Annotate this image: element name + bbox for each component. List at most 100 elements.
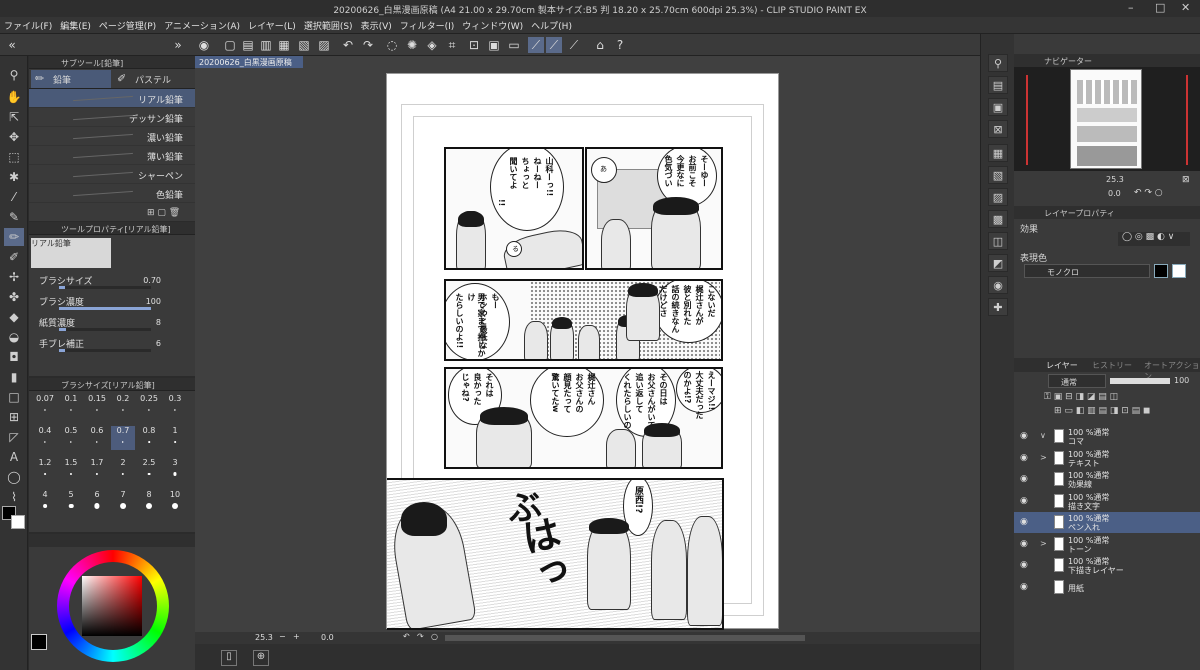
camera-icon[interactable]: ◉	[988, 276, 1008, 294]
prop-stabilization[interactable]: 手ブレ補正 6	[29, 333, 195, 354]
folder-toggle[interactable]: >	[1040, 539, 1047, 548]
brush-size-option[interactable]: 3	[163, 458, 187, 482]
layer-row[interactable]: ◉ ∨ 100 %通常 コマ	[1014, 426, 1200, 447]
undo-icon[interactable]: ↶	[340, 37, 356, 53]
brush-size-option[interactable]: 0.6	[85, 426, 109, 450]
snap-special-icon[interactable]: ⟋	[546, 37, 562, 53]
rotate-reset-icon[interactable]: ○	[431, 632, 438, 641]
visibility-eye-icon[interactable]: ◉	[1020, 582, 1028, 592]
minimize-icon[interactable]: –	[1128, 1, 1134, 14]
balloon-icon[interactable]: ◯	[4, 468, 24, 486]
navigator-view[interactable]	[1014, 67, 1200, 171]
search-icon[interactable]: ⚲	[988, 54, 1008, 72]
snap-grid-icon[interactable]: ⟋	[566, 37, 582, 53]
fill-icon[interactable]: ◈	[424, 37, 440, 53]
menu-layer[interactable]: レイヤー(L)	[244, 17, 300, 32]
prop-slider[interactable]	[59, 328, 151, 331]
eyedropper-icon[interactable]: ⁄	[4, 188, 24, 206]
correct-line-icon[interactable]: ⌇	[4, 488, 24, 506]
clear-icon[interactable]: ✺	[404, 37, 420, 53]
brush-size-option[interactable]: 10	[163, 490, 187, 514]
visibility-eye-icon[interactable]: ◉	[1020, 560, 1028, 570]
selection-icon[interactable]: ⬚	[4, 148, 24, 166]
menu-view[interactable]: 表示(V)	[357, 17, 396, 32]
magic-wand-icon[interactable]: ✱	[4, 168, 24, 186]
brush-size-option[interactable]: 8	[137, 490, 161, 514]
rotate-right-icon[interactable]: ↷	[417, 632, 424, 641]
ruler-tool-icon[interactable]: ◸	[4, 428, 24, 446]
zoom-icon[interactable]: ⚲	[4, 66, 24, 84]
tab-history[interactable]: ヒストリー	[1092, 360, 1132, 371]
prop-paper-density[interactable]: 紙質濃度 8	[29, 312, 195, 333]
menu-animation[interactable]: アニメーション(A)	[160, 17, 244, 32]
saturation-square[interactable]	[82, 576, 142, 636]
brush-size-option[interactable]: 0.07	[33, 394, 57, 418]
expression-select[interactable]: モノクロ	[1024, 264, 1150, 278]
layer-row[interactable]: ◉ 100 %通常 ペン入れ	[1014, 512, 1200, 533]
visibility-eye-icon[interactable]: ◉	[1020, 453, 1028, 463]
print-icon[interactable]: ▧	[296, 37, 312, 53]
brush-size-option[interactable]: 0.8	[137, 426, 161, 450]
gradient-icon[interactable]: ▮	[4, 368, 24, 386]
subtool-item[interactable]: 色鉛筆	[29, 184, 195, 203]
effect-buttons[interactable]: ◯ ◎ ▩ ◐ ∨	[1118, 232, 1190, 246]
layer-row[interactable]: ◉ >100 %通常 トーン	[1014, 534, 1200, 555]
menu-edit[interactable]: 編集(E)	[56, 17, 95, 32]
material-frame-icon[interactable]: ▧	[988, 166, 1008, 184]
figure-icon[interactable]: □	[4, 388, 24, 406]
figure-pose-icon[interactable]: ✚	[988, 298, 1008, 316]
layer-row[interactable]: ◉ 100 %通常 効果線	[1014, 469, 1200, 490]
visibility-eye-icon[interactable]: ◉	[1020, 517, 1028, 527]
subtool-item[interactable]: 薄い鉛筆	[29, 146, 195, 165]
material-icon[interactable]: ▤	[988, 76, 1008, 94]
expand-icon[interactable]: »	[170, 37, 186, 53]
clip-studio-icon[interactable]: ◉	[196, 37, 212, 53]
horizontal-scrollbar[interactable]	[445, 635, 805, 641]
brush-size-option[interactable]: 0.5	[59, 426, 83, 450]
visibility-eye-icon[interactable]: ◉	[1020, 474, 1028, 484]
brush-size-option[interactable]: 1.7	[85, 458, 109, 482]
navigator-zoom[interactable]: 25.3	[1106, 175, 1124, 184]
operation-icon[interactable]: ⇱	[4, 108, 24, 126]
decoration-icon[interactable]: ✤	[4, 288, 24, 306]
zoom-value[interactable]: 25.3	[255, 633, 273, 642]
import-icon[interactable]: ▨	[316, 37, 332, 53]
open-icon[interactable]: ▤	[240, 37, 256, 53]
hand-icon[interactable]: ✋	[4, 88, 24, 106]
snap-ruler-icon[interactable]: ⟋	[528, 37, 544, 53]
brush-size-option[interactable]: 2	[111, 458, 135, 482]
brush-size-option[interactable]: 6	[85, 490, 109, 514]
prop-slider[interactable]	[59, 286, 151, 289]
save-icon[interactable]: ▥	[258, 37, 274, 53]
document-tab[interactable]: 20200626_白黒漫画原稿	[195, 56, 303, 68]
subtool-item[interactable]: デッサン鉛筆	[29, 108, 195, 127]
navigator-toggle-icon[interactable]: ⊕	[253, 650, 269, 666]
material-3d-icon[interactable]: ▨	[988, 188, 1008, 206]
brush-size-option[interactable]: 2.5	[137, 458, 161, 482]
transform-icon[interactable]: ⊡	[466, 37, 482, 53]
navigator-fit-icon[interactable]: ⊠	[1182, 175, 1190, 185]
pen-icon[interactable]: ✎	[4, 208, 24, 226]
layer-lock-icons[interactable]: ⚿ ▣ ⊟ ◨ ◪ ▤ ◫	[1044, 392, 1118, 402]
deselect-icon[interactable]: ◌	[384, 37, 400, 53]
new-icon[interactable]: ▢	[222, 37, 238, 53]
brush-size-option[interactable]: 0.15	[85, 394, 109, 418]
ruler-icon[interactable]: ▭	[506, 37, 522, 53]
help-icon[interactable]: ?	[612, 37, 628, 53]
export-icon[interactable]: ▦	[276, 37, 292, 53]
subtool-item[interactable]: リアル鉛筆	[29, 89, 195, 108]
folder-toggle[interactable]: >	[1040, 453, 1047, 462]
brush-size-option[interactable]: 1	[163, 426, 187, 450]
eraser-icon[interactable]: ◆	[4, 308, 24, 326]
subtool-actions[interactable]: ⊞ ▢ 🗑	[147, 208, 180, 218]
blend-mode-select[interactable]: 通常	[1048, 374, 1106, 388]
maximize-icon[interactable]: □	[1155, 1, 1165, 14]
menu-page[interactable]: ページ管理(P)	[95, 17, 160, 32]
menu-help[interactable]: ヘルプ(H)	[527, 17, 576, 32]
brush-size-option[interactable]: 0.3	[163, 394, 187, 418]
prop-brush-size[interactable]: ブラシサイズ 0.70	[29, 270, 195, 291]
visibility-eye-icon[interactable]: ◉	[1020, 431, 1028, 441]
close-icon[interactable]: ✕	[1181, 1, 1190, 14]
text-icon[interactable]: A	[4, 448, 24, 466]
layer-action-icons[interactable]: ⊞ ▭ ◧ ▥ ▤ ◨ ⊡ ▤ ◼	[1054, 406, 1150, 416]
